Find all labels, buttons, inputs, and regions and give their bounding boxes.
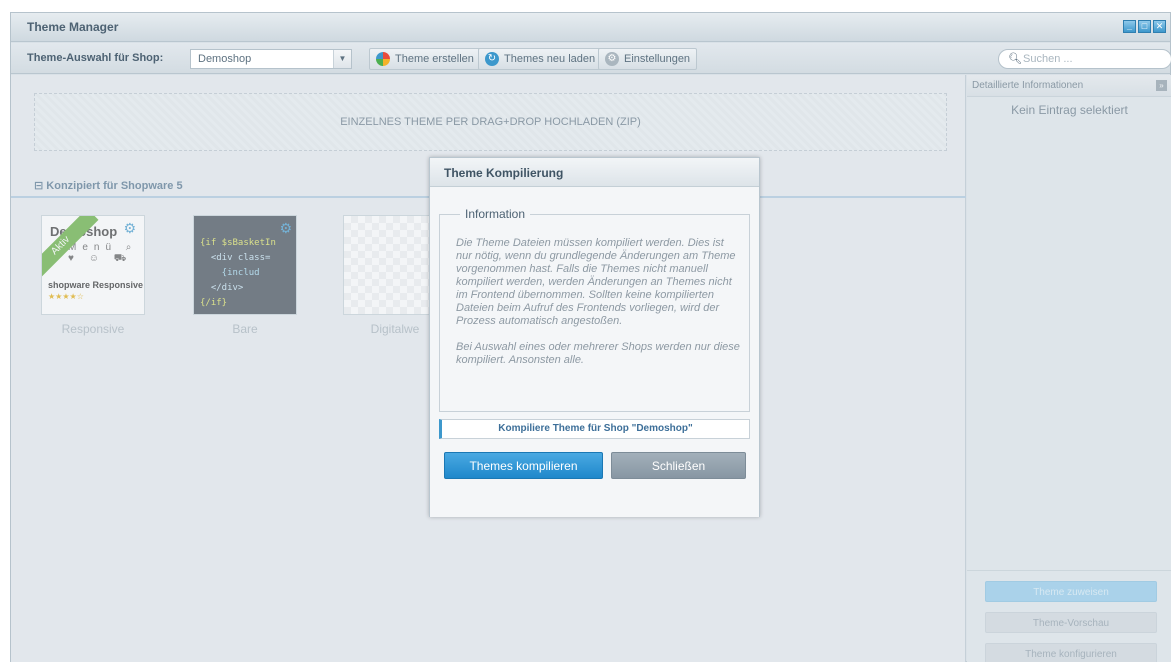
reload-themes-button[interactable]: ↻ Themes neu laden	[478, 48, 603, 70]
refresh-icon: ↻	[485, 52, 499, 66]
gear-icon: ⚙	[605, 52, 619, 66]
create-theme-button[interactable]: Theme erstellen	[369, 48, 481, 70]
shop-list-item[interactable]: Kompiliere Theme für Shop "Demoshop"	[439, 419, 750, 439]
maximize-button[interactable]: □	[1138, 20, 1151, 33]
compile-themes-button[interactable]: Themes kompilieren	[444, 452, 603, 479]
search-input[interactable]: 🔍︎ Suchen ...	[998, 49, 1171, 69]
toolbar: Theme-Auswahl für Shop: Demoshop ▼ Theme…	[11, 43, 1171, 74]
info-text: Die Theme Dateien müssen kompiliert werd…	[456, 237, 741, 367]
window-title: Theme Manager	[27, 20, 119, 34]
window-controls: _ □ ✕	[1123, 20, 1166, 33]
info-fieldset: Information Die Theme Dateien müssen kom…	[439, 207, 750, 412]
close-dialog-button[interactable]: Schließen	[611, 452, 746, 479]
info-paragraph-1: Die Theme Dateien müssen kompiliert werd…	[456, 237, 736, 327]
dialog-header[interactable]: Theme Kompilierung	[430, 158, 759, 187]
shop-select-value: Demoshop	[198, 53, 252, 65]
search-icon: 🔍︎	[1008, 53, 1022, 65]
info-paragraph-2: Bei Auswahl eines oder mehrerer Shops we…	[456, 341, 740, 366]
info-legend: Information	[465, 207, 526, 221]
settings-label: Einstellungen	[624, 53, 691, 65]
palette-icon	[376, 52, 390, 66]
dialog-title: Theme Kompilierung	[444, 166, 564, 180]
chevron-down-icon[interactable]: ▼	[333, 50, 351, 68]
reload-themes-label: Themes neu laden	[504, 53, 596, 65]
window-titlebar[interactable]: Theme Manager _ □ ✕	[11, 13, 1170, 42]
dialog-body: Information Die Theme Dateien müssen kom…	[430, 187, 759, 517]
create-theme-label: Theme erstellen	[395, 53, 474, 65]
compile-dialog: Theme Kompilierung Information Die Theme…	[429, 157, 760, 517]
shop-select-label: Theme-Auswahl für Shop:	[27, 52, 164, 64]
close-window-button[interactable]: ✕	[1153, 20, 1166, 33]
search-placeholder: Suchen ...	[1023, 53, 1073, 65]
settings-button[interactable]: ⚙ Einstellungen	[598, 48, 698, 70]
minimize-button[interactable]: _	[1123, 20, 1136, 33]
shop-select[interactable]: Demoshop ▼	[190, 49, 352, 69]
